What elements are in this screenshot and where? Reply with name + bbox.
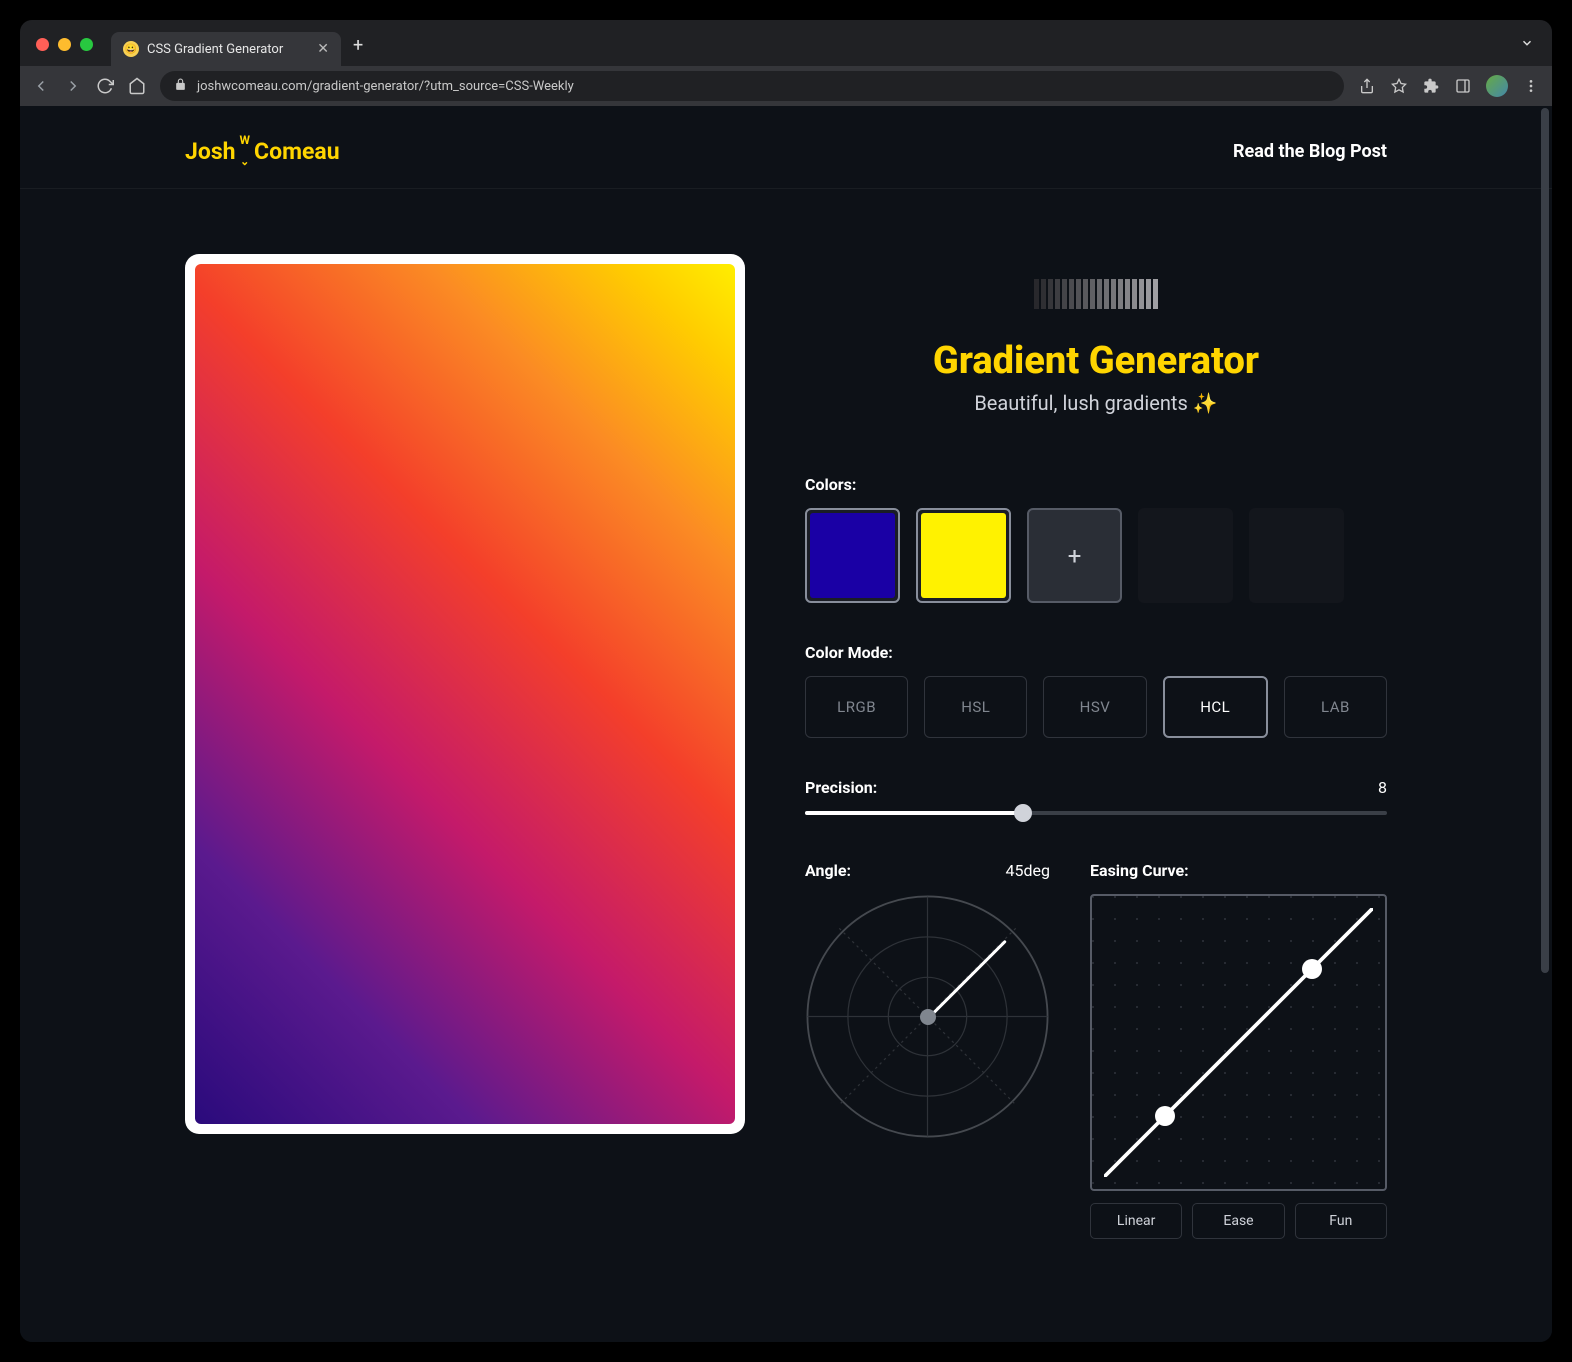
home-icon[interactable] [128, 77, 146, 95]
easing-preset-ease[interactable]: Ease [1192, 1203, 1284, 1239]
back-icon[interactable] [32, 77, 50, 95]
tabs-dropdown-icon[interactable] [1520, 35, 1534, 54]
page-content: Josh W ⌄ Comeau Read the Blog Post Gradient… [20, 106, 1552, 1342]
minimize-window-icon[interactable] [58, 38, 71, 51]
profile-avatar[interactable] [1486, 75, 1508, 97]
page-title: Gradient Generator [805, 339, 1387, 383]
browser-window: 😀 CSS Gradient Generator ✕ + joshwcomeau… [20, 20, 1552, 1342]
close-window-icon[interactable] [36, 38, 49, 51]
address-bar[interactable]: joshwcomeau.com/gradient-generator/?utm_… [160, 71, 1344, 101]
spectrum-graphic [805, 279, 1387, 309]
color-swatch-empty [1138, 508, 1233, 603]
reload-icon[interactable] [96, 77, 114, 95]
easing-preset-linear[interactable]: Linear [1090, 1203, 1182, 1239]
angle-knob[interactable] [920, 1009, 936, 1025]
easing-handle-1[interactable] [1155, 1106, 1175, 1126]
logo-caret-icon: ⌄ [240, 158, 249, 166]
share-icon[interactable] [1358, 77, 1376, 95]
tab-title: CSS Gradient Generator [147, 42, 283, 57]
add-color-button[interactable]: + [1027, 508, 1122, 603]
window-controls [36, 38, 93, 51]
extensions-icon[interactable] [1422, 77, 1440, 95]
color-mode-lrgb[interactable]: LRGB [805, 676, 908, 738]
easing-curve-editor[interactable] [1090, 894, 1387, 1191]
close-tab-icon[interactable]: ✕ [317, 41, 329, 57]
favicon-icon: 😀 [123, 41, 139, 57]
easing-preset-fun[interactable]: Fun [1295, 1203, 1387, 1239]
angle-dial[interactable] [805, 894, 1050, 1139]
maximize-window-icon[interactable] [80, 38, 93, 51]
color-swatch-empty [1249, 508, 1344, 603]
color-mode-row: LRGB HSL HSV HCL LAB [805, 676, 1387, 738]
forward-icon[interactable] [64, 77, 82, 95]
new-tab-button[interactable]: + [353, 35, 363, 56]
easing-label: Easing Curve: [1090, 861, 1387, 880]
lock-icon [174, 78, 187, 95]
browser-tab[interactable]: 😀 CSS Gradient Generator ✕ [111, 32, 341, 66]
panel-icon[interactable] [1454, 77, 1472, 95]
color-swatch[interactable] [805, 508, 900, 603]
color-mode-hsv[interactable]: HSV [1043, 676, 1146, 738]
star-icon[interactable] [1390, 77, 1408, 95]
logo-w: W [240, 136, 251, 144]
precision-slider-thumb[interactable] [1014, 804, 1032, 822]
logo-text: Josh [185, 138, 236, 165]
site-header: Josh W ⌄ Comeau Read the Blog Post [20, 106, 1552, 189]
precision-slider[interactable] [805, 811, 1387, 815]
logo-text: Comeau [254, 138, 340, 165]
browser-tabbar: 😀 CSS Gradient Generator ✕ + [20, 20, 1552, 66]
scrollbar-thumb[interactable] [1541, 108, 1549, 973]
precision-value: 8 [1378, 778, 1387, 797]
easing-handle-2[interactable] [1302, 959, 1322, 979]
site-logo[interactable]: Josh W ⌄ Comeau [185, 136, 340, 166]
page-subtitle: Beautiful, lush gradients ✨ [805, 391, 1387, 415]
color-swatch-row: + [805, 508, 1387, 603]
gradient-preview [185, 254, 745, 1134]
gradient-canvas [195, 264, 735, 1124]
color-mode-hcl[interactable]: HCL [1163, 676, 1268, 738]
angle-value: 45deg [1006, 861, 1050, 880]
angle-label: Angle: [805, 861, 851, 880]
color-mode-hsl[interactable]: HSL [924, 676, 1027, 738]
easing-presets-row: Linear Ease Fun [1090, 1203, 1387, 1239]
color-mode-lab[interactable]: LAB [1284, 676, 1387, 738]
plus-icon: + [1068, 542, 1082, 570]
precision-label: Precision: [805, 778, 877, 797]
url-text: joshwcomeau.com/gradient-generator/?utm_… [197, 79, 574, 94]
browser-toolbar: joshwcomeau.com/gradient-generator/?utm_… [20, 66, 1552, 106]
blog-post-link[interactable]: Read the Blog Post [1233, 141, 1387, 162]
color-swatch[interactable] [916, 508, 1011, 603]
colors-label: Colors: [805, 475, 1387, 494]
scrollbar[interactable] [1538, 106, 1552, 1342]
color-mode-label: Color Mode: [805, 643, 1387, 662]
menu-icon[interactable] [1522, 77, 1540, 95]
